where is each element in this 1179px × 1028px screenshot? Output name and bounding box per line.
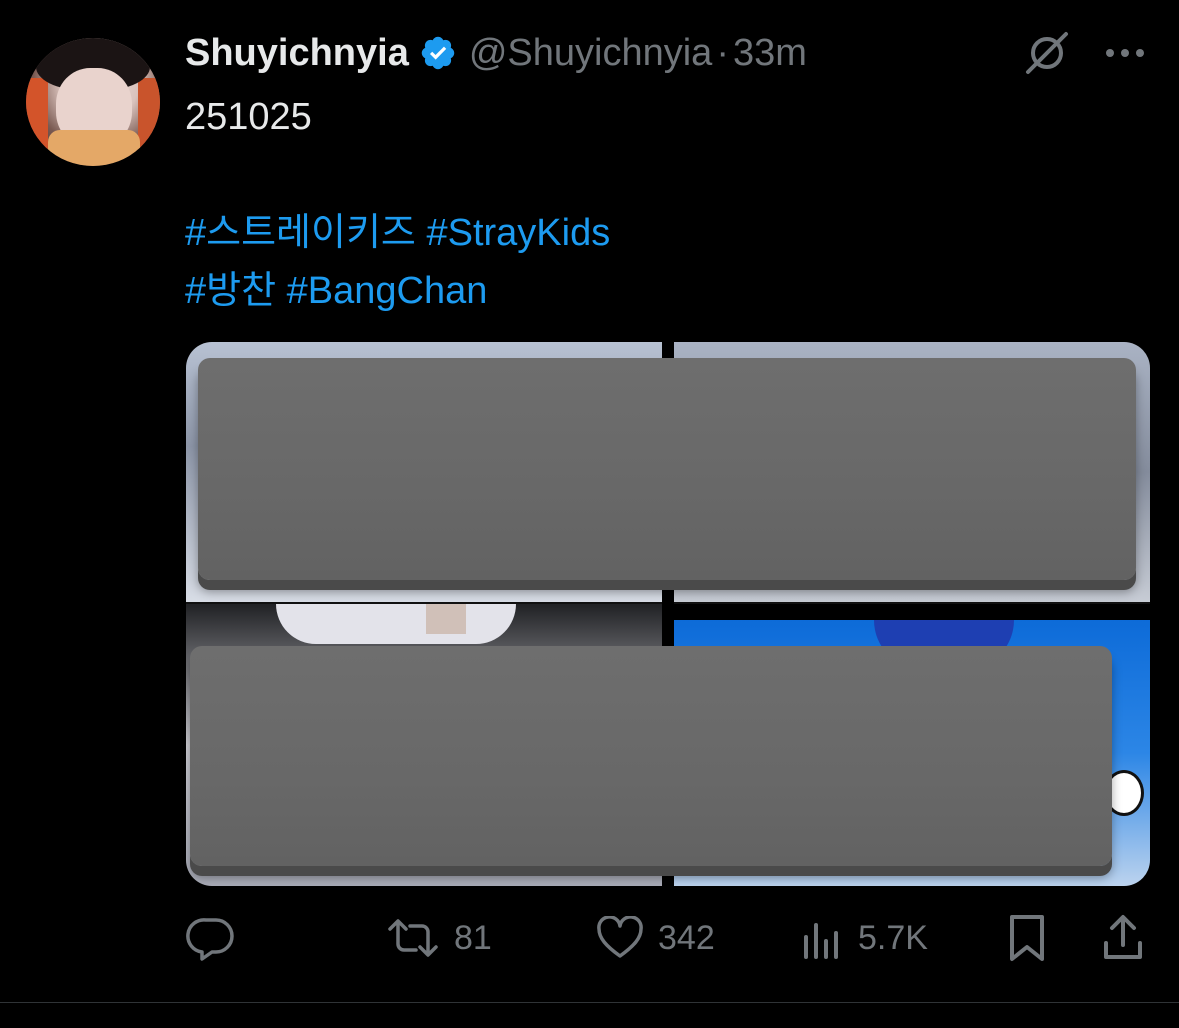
hashtag-link[interactable]: #BangChan (287, 270, 488, 312)
avatar-background (138, 78, 160, 166)
bookmark-icon (1010, 915, 1044, 961)
media-grid[interactable] (186, 342, 1150, 886)
share-icon (1104, 915, 1142, 959)
more-options-icon[interactable] (1100, 36, 1150, 70)
divider (0, 1002, 1179, 1003)
retweet-button[interactable]: 81 (386, 910, 492, 966)
media-divider (674, 604, 1150, 620)
redaction-block (198, 358, 1136, 580)
hashtag-link[interactable]: #StrayKids (426, 212, 610, 254)
share-button[interactable] (1100, 910, 1146, 966)
avatar[interactable] (26, 38, 160, 166)
redaction-block (190, 646, 1112, 866)
heart-icon (597, 916, 643, 958)
tweet-text-line: 251025 (185, 96, 312, 138)
bookmark-button[interactable] (1004, 910, 1050, 966)
display-name[interactable]: Shuyichnyia (185, 32, 409, 75)
like-button[interactable]: 342 (596, 910, 715, 966)
views-button[interactable]: 5.7K (800, 910, 928, 966)
reply-button[interactable] (186, 910, 250, 966)
avatar-hand (48, 130, 140, 166)
separator-dot: · (716, 31, 729, 74)
tweet-text: 251025 #스트레이키즈 #StrayKids #방찬 #BangChan (185, 88, 610, 320)
hashtag-line: #방찬 #BangChan (185, 262, 610, 320)
retweet-icon (388, 919, 438, 957)
like-count: 342 (658, 918, 715, 957)
image-detail (276, 604, 516, 644)
views-icon (804, 923, 838, 959)
hashtag-line: #스트레이키즈 #StrayKids (185, 204, 610, 262)
avatar-background (26, 78, 48, 166)
grok-icon[interactable] (1022, 30, 1072, 76)
timestamp[interactable]: 33m (733, 32, 807, 75)
handle[interactable]: @Shuyichnyia (469, 32, 712, 75)
action-bar: 81 342 5.7K (0, 910, 1179, 966)
hashtag-link[interactable]: #방찬 (185, 270, 276, 312)
reply-icon (186, 918, 234, 961)
verified-badge-icon[interactable] (419, 34, 457, 72)
hashtag-link[interactable]: #스트레이키즈 (185, 212, 416, 254)
tweet-header: Shuyichnyia @Shuyichnyia · 33m (185, 28, 807, 78)
views-count: 5.7K (858, 918, 928, 957)
image-detail (426, 604, 466, 634)
retweet-count: 81 (454, 918, 492, 957)
